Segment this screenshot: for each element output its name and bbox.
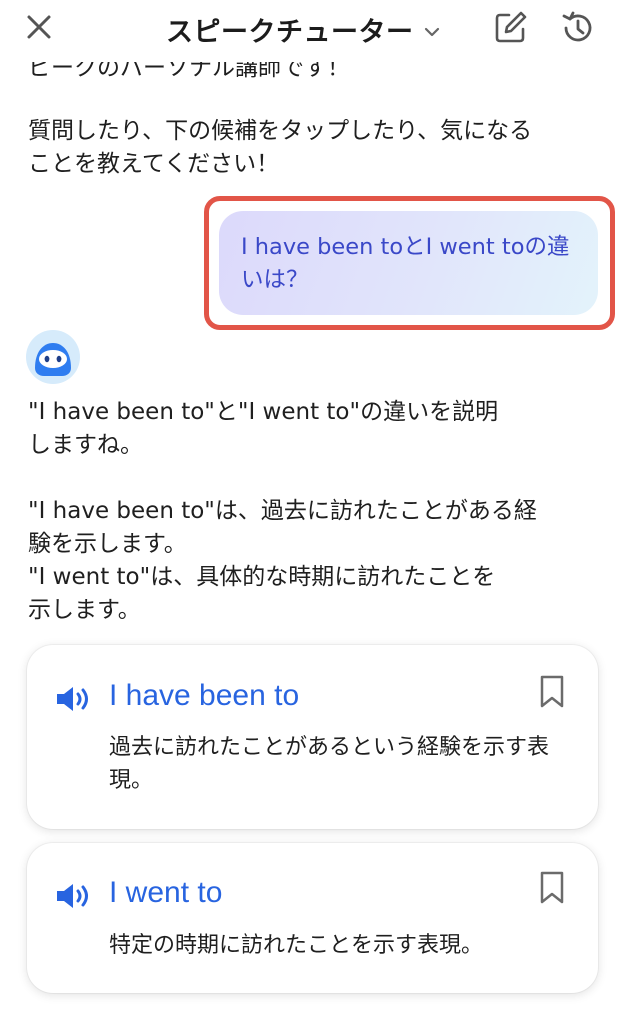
- user-message-bubble[interactable]: I have been toとI went toの違いは？: [219, 211, 598, 315]
- close-icon[interactable]: [24, 12, 54, 42]
- page-title: スピークチューター: [166, 17, 414, 48]
- phrase-text: I have been to: [109, 679, 300, 712]
- intro-paragraph: 質問したり、下の候補をタップしたり、気になる ことを教えてください！: [28, 118, 533, 177]
- edit-icon[interactable]: [494, 10, 528, 44]
- chat-content: ピークのパーソナル講師です！ 質問したり、下の候補をタップしたり、気になる こと…: [0, 0, 625, 1024]
- phrase-meaning: 過去に訪れたことがあるという経験を示す表現。: [109, 735, 550, 793]
- bookmark-icon[interactable]: [539, 675, 565, 709]
- tutor-avatar: [26, 330, 80, 384]
- user-message-text: I have been toとI went toの違いは？: [241, 234, 570, 293]
- title-dropdown[interactable]: スピークチューター: [166, 10, 442, 49]
- chevron-down-icon: [424, 27, 439, 36]
- phrase-card[interactable]: I have been to 過去に訪れたことがあるという経験を示す表現。: [27, 645, 598, 829]
- history-icon[interactable]: [560, 10, 596, 46]
- speaker-icon[interactable]: [55, 881, 93, 911]
- intro-message: ピークのパーソナル講師です！ 質問したり、下の候補をタップしたり、気になる こと…: [28, 52, 598, 181]
- assistant-reply: "I have been to"と"I went to"の違いを説明 しますね。…: [28, 399, 537, 623]
- phrase-card[interactable]: I went to 特定の時期に訪れたことを示す表現。: [27, 843, 598, 993]
- speaker-icon[interactable]: [55, 684, 93, 714]
- phrase-meaning: 特定の時期に訪れたことを示す表現。: [109, 933, 484, 958]
- bookmark-icon[interactable]: [539, 871, 565, 905]
- top-bar: スピークチューター: [0, 0, 625, 62]
- phrase-text: I went to: [109, 876, 223, 909]
